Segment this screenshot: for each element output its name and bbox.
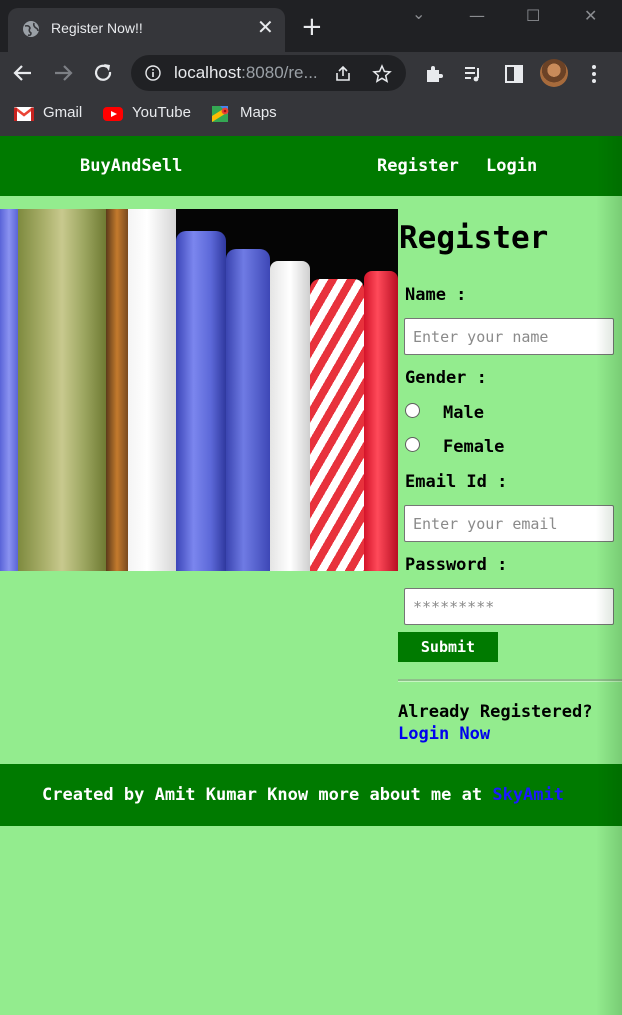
register-heading: Register (399, 220, 549, 256)
book-spine (128, 209, 176, 571)
password-label: Password : (405, 555, 508, 575)
globe-icon (23, 21, 39, 37)
name-input[interactable] (404, 318, 614, 355)
book-spine (0, 209, 18, 571)
bookmark-label: YouTube (132, 104, 191, 121)
already-registered-text: Already Registered? (398, 702, 593, 722)
share-icon[interactable] (333, 64, 353, 84)
new-tab-icon[interactable]: + (301, 14, 323, 40)
site-navbar: BuyAndSell Register Login (0, 136, 622, 196)
book-spine (226, 249, 270, 571)
tab-strip: Register Now!! ✕ + ⌄ — ☐ ✕ (0, 0, 622, 52)
nav-register-link[interactable]: Register (377, 156, 459, 176)
password-input[interactable] (404, 588, 614, 625)
bookmark-star-icon[interactable] (372, 64, 392, 84)
books-hero-image (0, 209, 398, 571)
form-divider (398, 679, 622, 682)
bookmarks-bar: Gmail YouTube Maps (0, 94, 622, 137)
gender-female-radio[interactable] (405, 437, 420, 452)
maps-icon (212, 106, 229, 122)
profile-avatar[interactable] (540, 59, 568, 87)
maximize-icon[interactable]: ☐ (526, 6, 540, 25)
back-arrow-icon[interactable] (10, 60, 36, 86)
url-path: :8080/re... (241, 63, 318, 82)
youtube-icon (103, 107, 123, 121)
footer-credit: Created by Amit Kumar Know more about me… (42, 785, 493, 805)
gmail-icon (14, 106, 34, 121)
address-bar[interactable]: localhost:8080/re... (131, 55, 406, 91)
nav-login-link[interactable]: Login (486, 156, 537, 176)
email-input[interactable] (404, 505, 614, 542)
footer-text: Created by Amit Kumar Know more about me… (42, 785, 564, 805)
tab-title: Register Now!! (51, 20, 143, 36)
window-close-icon[interactable]: ✕ (584, 6, 597, 25)
page-edge-shadow (596, 136, 622, 1015)
gender-male-radio[interactable] (405, 403, 420, 418)
site-info-icon[interactable] (145, 65, 161, 81)
book-spine (364, 271, 398, 571)
book-spine (176, 231, 226, 571)
book-spine (310, 279, 364, 571)
email-label: Email Id : (405, 472, 508, 492)
brand-link[interactable]: BuyAndSell (80, 156, 182, 176)
minimize-icon[interactable]: — (469, 6, 485, 25)
bookmark-label: Maps (240, 104, 277, 121)
side-panel-icon[interactable] (503, 63, 525, 85)
browser-toolbar: localhost:8080/re... (0, 52, 622, 94)
gender-label: Gender : (405, 368, 487, 388)
book-spine (270, 261, 310, 571)
browser-tab[interactable]: Register Now!! ✕ (8, 8, 285, 52)
tab-search-icon[interactable]: ⌄ (412, 4, 425, 23)
browser-chrome: Register Now!! ✕ + ⌄ — ☐ ✕ localhost:808… (0, 0, 622, 137)
extensions-icon[interactable] (423, 63, 445, 85)
media-control-icon[interactable] (462, 63, 484, 85)
footer-skyamit-link[interactable]: SkyAmit (492, 785, 564, 805)
book-spine (18, 209, 106, 571)
gender-female-label: Female (443, 437, 505, 457)
forward-arrow-icon[interactable] (50, 60, 76, 86)
url-host: localhost (174, 63, 242, 82)
bookmark-label: Gmail (43, 104, 83, 121)
gender-male-label: Male (443, 403, 484, 423)
site-footer: Created by Amit Kumar Know more about me… (0, 764, 622, 826)
login-now-link[interactable]: Login Now (398, 724, 490, 744)
name-label: Name : (405, 285, 467, 305)
url-text[interactable]: localhost:8080/re... (174, 63, 318, 83)
menu-dots-icon[interactable] (583, 63, 605, 85)
submit-button[interactable]: Submit (398, 632, 498, 662)
close-tab-icon[interactable]: ✕ (257, 17, 274, 37)
reload-icon[interactable] (90, 60, 116, 86)
book-spine (106, 209, 128, 571)
